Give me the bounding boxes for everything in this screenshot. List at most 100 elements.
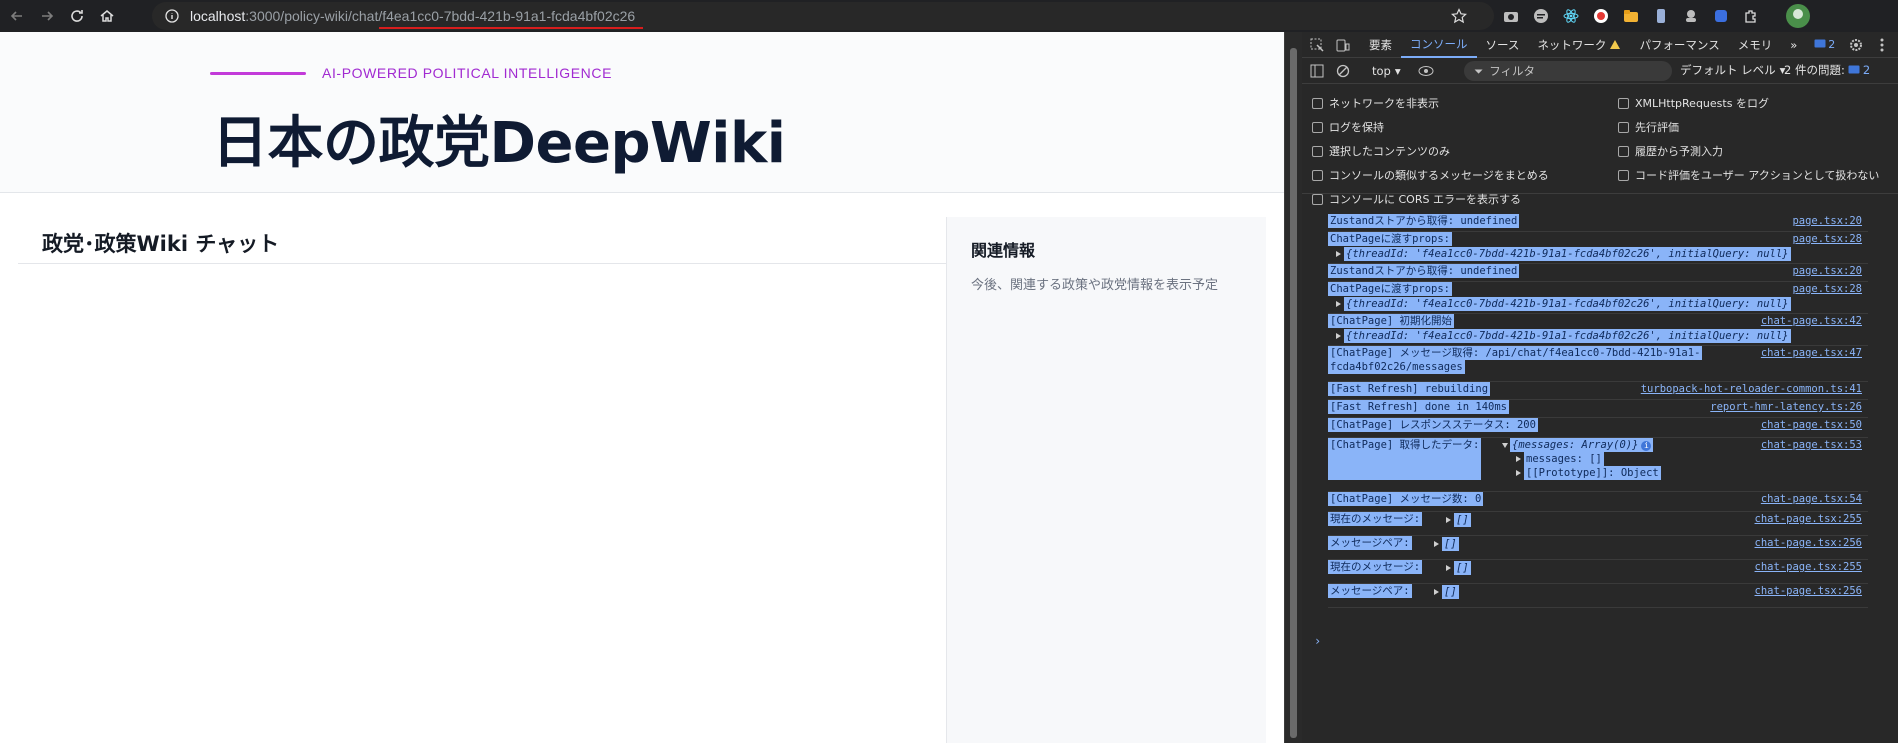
expand-triangle-icon[interactable] bbox=[1336, 251, 1341, 257]
option-autocomplete[interactable]: 履歴から予測入力 bbox=[1618, 143, 1723, 159]
inspect-element-icon[interactable] bbox=[1306, 34, 1328, 56]
checkbox[interactable] bbox=[1618, 169, 1629, 181]
shield-extension-icon[interactable] bbox=[1712, 7, 1730, 25]
log-source-link[interactable]: chat-page.tsx:42 bbox=[1761, 314, 1862, 328]
chat-extension-icon[interactable] bbox=[1532, 7, 1550, 25]
forward-button[interactable] bbox=[34, 3, 60, 29]
site-info-icon[interactable] bbox=[162, 6, 182, 26]
option-preserve-log[interactable]: ログを保持 bbox=[1312, 119, 1384, 135]
log-object[interactable]: [] bbox=[1442, 585, 1459, 599]
expand-triangle-icon[interactable] bbox=[1446, 565, 1451, 571]
record-extension-icon[interactable] bbox=[1592, 7, 1610, 25]
log-source-link[interactable]: page.tsx:20 bbox=[1792, 264, 1862, 278]
home-button[interactable] bbox=[94, 3, 120, 29]
url-text[interactable]: localhost:3000/policy-wiki/chat/f4ea1cc0… bbox=[190, 8, 635, 24]
log-source-link[interactable]: chat-page.tsx:255 bbox=[1755, 512, 1862, 526]
log-object[interactable]: {threadId: 'f4ea1cc0-7bdd-421b-91a1-fcda… bbox=[1344, 247, 1791, 261]
log-object-summary: {messages: Array(0)} bbox=[1512, 439, 1639, 451]
avatar[interactable] bbox=[1786, 4, 1810, 28]
settings-gear-icon[interactable] bbox=[1845, 34, 1867, 56]
device-toolbar-icon[interactable] bbox=[1332, 34, 1354, 56]
log-level-select[interactable]: デフォルト レベル ▾ bbox=[1680, 62, 1785, 78]
more-tabs-icon[interactable]: » bbox=[1781, 32, 1806, 58]
log-object[interactable]: [] bbox=[1454, 561, 1471, 575]
checkbox[interactable] bbox=[1312, 145, 1323, 157]
expand-triangle-icon[interactable] bbox=[1336, 333, 1341, 339]
scrollbar-thumb[interactable] bbox=[1290, 48, 1297, 738]
checkbox[interactable] bbox=[1618, 97, 1629, 109]
checkbox[interactable] bbox=[1618, 121, 1629, 133]
log-source-link[interactable]: turbopack-hot-reloader-common.ts:41 bbox=[1641, 382, 1862, 396]
expand-triangle-icon[interactable] bbox=[1336, 301, 1341, 307]
tab-sources[interactable]: ソース bbox=[1477, 32, 1529, 58]
context-select[interactable]: top ▾ bbox=[1372, 64, 1401, 78]
collapse-triangle-icon[interactable] bbox=[1502, 443, 1508, 448]
tab-console[interactable]: コンソール bbox=[1401, 32, 1477, 58]
log-source-link[interactable]: chat-page.tsx:53 bbox=[1761, 438, 1862, 452]
option-label: ネットワークを非表示 bbox=[1329, 97, 1439, 110]
expand-triangle-icon[interactable] bbox=[1516, 470, 1521, 476]
option-hide-network[interactable]: ネットワークを非表示 bbox=[1312, 95, 1439, 111]
related-info-panel: 関連情報 今後、関連する政策や政党情報を表示予定 bbox=[946, 217, 1266, 743]
address-bar[interactable]: localhost:3000/policy-wiki/chat/f4ea1cc0… bbox=[152, 2, 1494, 30]
log-source-link[interactable]: chat-page.tsx:47 bbox=[1761, 346, 1862, 360]
option-label: 選択したコンテンツのみ bbox=[1329, 145, 1450, 158]
bot-extension-icon[interactable] bbox=[1682, 7, 1700, 25]
log-object-property[interactable]: messages: [] bbox=[1524, 452, 1604, 466]
chat-title: 政党･政策Wiki チャット bbox=[42, 232, 280, 256]
expand-triangle-icon[interactable] bbox=[1434, 541, 1439, 547]
live-expression-eye-icon[interactable] bbox=[1415, 60, 1437, 82]
checkbox[interactable] bbox=[1312, 169, 1323, 181]
back-button[interactable] bbox=[4, 3, 30, 29]
log-source-link[interactable]: chat-page.tsx:256 bbox=[1755, 584, 1862, 598]
checkbox[interactable] bbox=[1618, 145, 1629, 157]
issues-badge[interactable]: 2 bbox=[1814, 38, 1835, 51]
issue-count[interactable]: 2 件の問題: 2 bbox=[1784, 62, 1870, 78]
log-source-link[interactable]: page.tsx:28 bbox=[1792, 282, 1862, 296]
log-object-prototype[interactable]: [[Prototype]]: Object bbox=[1524, 466, 1661, 480]
camera-extension-icon[interactable] bbox=[1502, 7, 1520, 25]
checkbox[interactable] bbox=[1312, 121, 1323, 133]
filter-input[interactable]: ⏷ フィルタ bbox=[1464, 61, 1672, 81]
log-object[interactable]: {messages: Array(0)} i bbox=[1510, 438, 1654, 452]
tab-memory[interactable]: メモリ bbox=[1729, 32, 1782, 58]
log-message: ChatPageに渡すprops: bbox=[1328, 232, 1453, 246]
option-selected-context[interactable]: 選択したコンテンツのみ bbox=[1312, 143, 1450, 159]
bookmark-star-icon[interactable] bbox=[1450, 7, 1468, 25]
tab-elements[interactable]: 要素 bbox=[1360, 32, 1401, 58]
option-user-gesture[interactable]: コード評価をユーザー アクションとして扱わない bbox=[1618, 167, 1879, 183]
log-object[interactable]: [] bbox=[1442, 537, 1459, 551]
option-eager-eval[interactable]: 先行評価 bbox=[1618, 119, 1679, 135]
tab-performance[interactable]: パフォーマンス bbox=[1630, 32, 1728, 58]
log-source-link[interactable]: chat-page.tsx:54 bbox=[1761, 492, 1862, 506]
phone-extension-icon[interactable] bbox=[1652, 7, 1670, 25]
option-show-cors[interactable]: コンソールに CORS エラーを表示する bbox=[1312, 191, 1521, 207]
puzzle-extension-icon[interactable] bbox=[1742, 7, 1760, 25]
message-icon bbox=[1848, 65, 1860, 73]
more-options-icon[interactable] bbox=[1871, 34, 1893, 56]
devtools-resize-handle[interactable] bbox=[1284, 32, 1302, 743]
tab-network[interactable]: ネットワーク bbox=[1528, 32, 1630, 58]
clear-console-icon[interactable] bbox=[1332, 60, 1354, 82]
option-group-similar[interactable]: コンソールの類似するメッセージをまとめる bbox=[1312, 167, 1549, 183]
sidebar-toggle-icon[interactable] bbox=[1306, 60, 1328, 82]
log-source-link[interactable]: chat-page.tsx:50 bbox=[1761, 418, 1862, 432]
react-extension-icon[interactable] bbox=[1562, 7, 1580, 25]
log-source-link[interactable]: chat-page.tsx:256 bbox=[1755, 536, 1862, 550]
log-object[interactable]: {threadId: 'f4ea1cc0-7bdd-421b-91a1-fcda… bbox=[1344, 297, 1791, 311]
log-source-link[interactable]: page.tsx:20 bbox=[1792, 214, 1862, 228]
log-source-link[interactable]: page.tsx:28 bbox=[1792, 232, 1862, 246]
log-source-link[interactable]: report-hmr-latency.ts:26 bbox=[1710, 400, 1862, 414]
expand-triangle-icon[interactable] bbox=[1446, 517, 1451, 523]
log-source-link[interactable]: chat-page.tsx:255 bbox=[1755, 560, 1862, 574]
folder-extension-icon[interactable] bbox=[1622, 7, 1640, 25]
checkbox[interactable] bbox=[1312, 193, 1323, 205]
expand-triangle-icon[interactable] bbox=[1516, 456, 1521, 462]
option-log-xhr[interactable]: XMLHttpRequests をログ bbox=[1618, 95, 1769, 111]
expand-triangle-icon[interactable] bbox=[1434, 589, 1439, 595]
log-object[interactable]: {threadId: 'f4ea1cc0-7bdd-421b-91a1-fcda… bbox=[1344, 329, 1791, 343]
reload-button[interactable] bbox=[64, 3, 90, 29]
log-object[interactable]: [] bbox=[1454, 513, 1471, 527]
checkbox[interactable] bbox=[1312, 97, 1323, 109]
console-prompt[interactable]: › bbox=[1314, 634, 1321, 648]
